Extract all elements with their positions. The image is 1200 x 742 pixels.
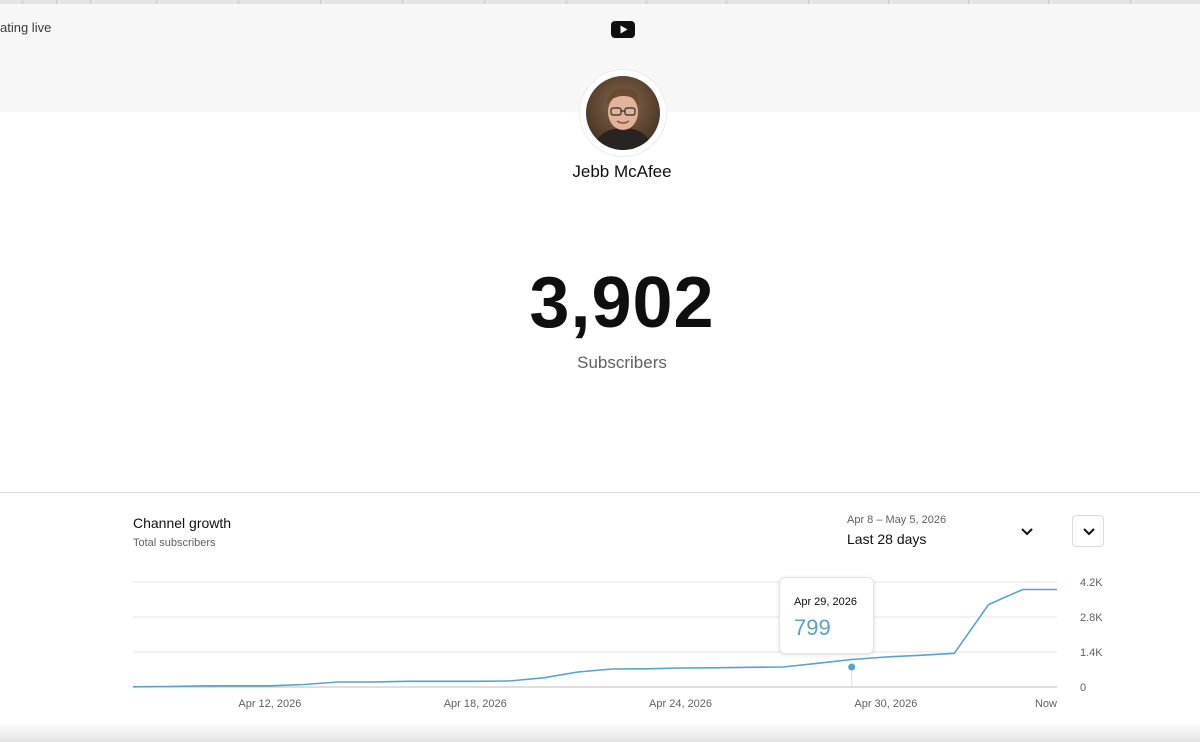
chart-tooltip: Apr 29, 2026 799 [779,577,874,654]
growth-card-subtitle: Total subscribers [133,537,216,549]
live-status-text: ating live [0,20,52,35]
y-tick-label: 0 [1080,682,1086,694]
date-range-dates: Apr 8 – May 5, 2026 [847,514,947,526]
channel-avatar[interactable] [580,70,666,156]
channel-growth-chart: 0 1.4K 2.8K 4.2K Apr 12, 2026 Apr 18, 2026 Apr… [132,577,1103,710]
youtube-logo-icon[interactable] [611,21,635,38]
highlight-point[interactable] [848,663,856,671]
subscriber-line [132,588,1057,688]
subscriber-label: Subscribers [577,353,667,372]
tooltip-date: Apr 29, 2026 [794,596,857,608]
growth-card-title: Channel growth [133,515,232,531]
x-tick-label: Now [1035,698,1057,710]
y-tick-label: 2.8K [1080,612,1103,624]
subscriber-count: 3,902 [529,263,715,343]
chevron-down-icon[interactable] [1017,522,1037,542]
x-tick-label: Apr 30, 2026 [854,698,917,710]
section-divider [0,492,1200,493]
channel-name: Jebb McAfee [572,162,672,181]
bottom-fade [0,722,1200,742]
tooltip-value: 799 [794,615,831,640]
x-tick-label: Apr 18, 2026 [444,698,507,710]
y-tick-label: 1.4K [1080,647,1103,659]
x-tick-label: Apr 12, 2026 [238,698,301,710]
x-tick-label: Apr 24, 2026 [649,698,712,710]
avatar [586,76,660,150]
chart-options-button[interactable] [1072,515,1104,547]
date-range-label[interactable]: Last 28 days [847,531,926,547]
chevron-down-icon [1083,528,1095,536]
y-tick-label: 4.2K [1080,577,1103,589]
